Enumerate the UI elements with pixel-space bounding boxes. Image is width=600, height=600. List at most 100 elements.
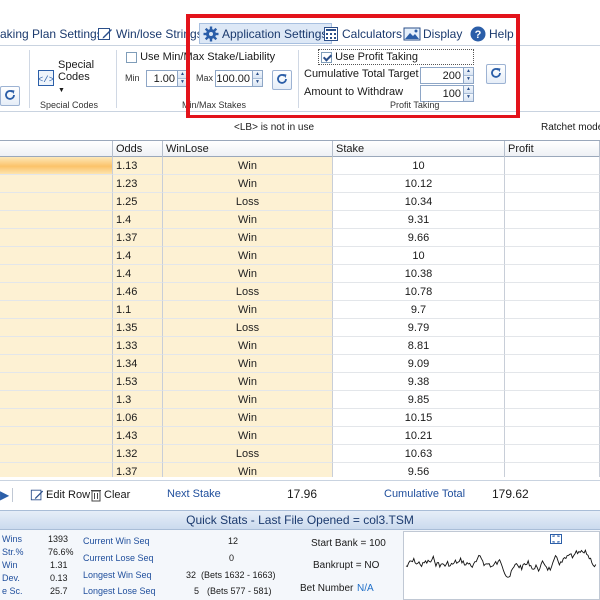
winlose-cell[interactable]: Loss — [163, 445, 333, 463]
odds-cell[interactable]: 1.23 — [113, 175, 163, 193]
trash-icon — [90, 488, 102, 502]
refresh-button-left[interactable] — [0, 86, 20, 106]
min-stake-stepper[interactable]: 1.00 ▲ ▼ — [146, 70, 188, 87]
current-lose-seq-label: Current Lose Seq — [83, 553, 154, 563]
odds-cell[interactable]: 1.37 — [113, 229, 163, 247]
odds-cell[interactable]: 1.34 — [113, 355, 163, 373]
stake-cell: 10.78 — [333, 283, 505, 301]
row-selector-cell[interactable] — [0, 193, 113, 211]
odds-cell[interactable]: 1.37 — [113, 463, 163, 477]
row-selector-cell[interactable] — [0, 463, 113, 477]
winlose-cell[interactable]: Win — [163, 337, 333, 355]
stat-value-dev: 0.13 — [50, 573, 68, 583]
header-profit[interactable]: Profit — [505, 141, 600, 157]
odds-cell[interactable]: 1.33 — [113, 337, 163, 355]
winlose-cell[interactable]: Win — [163, 211, 333, 229]
odds-cell[interactable]: 1.53 — [113, 373, 163, 391]
row-selector-cell[interactable] — [0, 157, 113, 175]
row-selector-cell[interactable] — [0, 337, 113, 355]
odds-cell[interactable]: 1.4 — [113, 211, 163, 229]
row-selector-cell[interactable] — [0, 283, 113, 301]
stake-cell: 9.85 — [333, 391, 505, 409]
profit-cell — [505, 463, 600, 477]
longest-lose-seq-range: (Bets 577 - 581) — [207, 586, 272, 596]
odds-cell[interactable]: 1.06 — [113, 409, 163, 427]
profit-cell — [505, 193, 600, 211]
current-lose-seq-value: 0 — [229, 553, 235, 563]
profit-cell — [505, 157, 600, 175]
winlose-cell[interactable]: Loss — [163, 193, 333, 211]
winlose-cell[interactable]: Win — [163, 409, 333, 427]
longest-lose-seq-value: 5 — [194, 586, 200, 596]
odds-cell[interactable]: 1.13 — [113, 157, 163, 175]
profit-cell — [505, 391, 600, 409]
stake-cell: 8.81 — [333, 337, 505, 355]
row-selector-cell[interactable] — [0, 391, 113, 409]
row-selector-cell[interactable] — [0, 301, 113, 319]
row-selector-cell[interactable] — [0, 427, 113, 445]
odds-cell[interactable]: 1.46 — [113, 283, 163, 301]
winlose-cell[interactable]: Win — [163, 391, 333, 409]
row-selector-cell[interactable] — [0, 247, 113, 265]
odds-cell[interactable]: 1.32 — [113, 445, 163, 463]
bet-number-value: N/A — [357, 583, 374, 594]
row-selector-cell[interactable] — [0, 445, 113, 463]
stat-value-strike: 76.6% — [48, 547, 74, 557]
header-winlose[interactable]: WinLose — [163, 141, 333, 157]
tab-staking-plan-settings[interactable]: aking Plan Settings — [0, 23, 103, 44]
winlose-cell[interactable]: Win — [163, 463, 333, 477]
bank-sparkline-chart[interactable] — [403, 531, 600, 600]
longest-win-seq-value: 32 — [186, 570, 197, 580]
profit-cell — [505, 229, 600, 247]
winlose-cell[interactable]: Win — [163, 175, 333, 193]
odds-cell[interactable]: 1.43 — [113, 427, 163, 445]
winlose-cell[interactable]: Win — [163, 301, 333, 319]
header-stake[interactable]: Stake — [333, 141, 505, 157]
odds-cell[interactable]: 1.35 — [113, 319, 163, 337]
winlose-cell[interactable]: Win — [163, 355, 333, 373]
odds-cell[interactable]: 1.3 — [113, 391, 163, 409]
stat-label-wins: Wins — [2, 534, 22, 544]
row-selector-cell[interactable] — [0, 409, 113, 427]
odds-cell[interactable]: 1.25 — [113, 193, 163, 211]
bets-grid[interactable]: Odds WinLose Stake Profit 1.13 Win 10 1.23 W… — [0, 140, 600, 477]
bet-number-label: Bet Number — [300, 583, 354, 594]
grid-header: Odds WinLose Stake Profit — [0, 141, 600, 157]
profit-cell — [505, 373, 600, 391]
next-stake-label: Next Stake — [167, 488, 221, 500]
odds-cell[interactable]: 1.1 — [113, 301, 163, 319]
special-codes-group-label: Special Codes — [40, 100, 99, 110]
stake-cell: 10.21 — [333, 427, 505, 445]
clear-button[interactable]: Clear — [90, 488, 130, 502]
row-selector-cell[interactable] — [0, 229, 113, 247]
special-codes-button[interactable]: </> Special Codes ▼ — [37, 59, 95, 94]
row-selector-cell[interactable] — [0, 355, 113, 373]
winlose-cell[interactable]: Win — [163, 229, 333, 247]
winlose-cell[interactable]: Win — [163, 157, 333, 175]
stake-cell: 9.38 — [333, 373, 505, 391]
use-minmax-checkbox[interactable] — [126, 51, 137, 63]
row-selector-cell[interactable] — [0, 373, 113, 391]
row-selector-cell[interactable] — [0, 211, 113, 229]
info-strip: <LB> is not in use Ratchet mode - — [0, 118, 600, 140]
edit-row-button[interactable]: Edit Row — [30, 488, 90, 502]
odds-cell[interactable]: 1.4 — [113, 247, 163, 265]
winlose-cell[interactable]: Win — [163, 427, 333, 445]
edit-row-label: Edit Row — [46, 489, 91, 501]
code-brackets-icon: </> — [37, 69, 55, 87]
row-selector-cell[interactable] — [0, 175, 113, 193]
winlose-cell[interactable]: Loss — [163, 319, 333, 337]
header-odds[interactable]: Odds — [113, 141, 163, 157]
profit-cell — [505, 337, 600, 355]
winlose-cell[interactable]: Win — [163, 247, 333, 265]
ratchet-mode-label: Ratchet mode - — [541, 122, 600, 133]
row-selector-cell[interactable] — [0, 265, 113, 283]
row-selector-cell[interactable] — [0, 319, 113, 337]
winlose-cell[interactable]: Loss — [163, 283, 333, 301]
winlose-cell[interactable]: Win — [163, 373, 333, 391]
play-icon[interactable]: ▶ — [0, 488, 9, 502]
winlose-cell[interactable]: Win — [163, 265, 333, 283]
stake-cell: 10.38 — [333, 265, 505, 283]
odds-cell[interactable]: 1.4 — [113, 265, 163, 283]
profit-cell — [505, 427, 600, 445]
